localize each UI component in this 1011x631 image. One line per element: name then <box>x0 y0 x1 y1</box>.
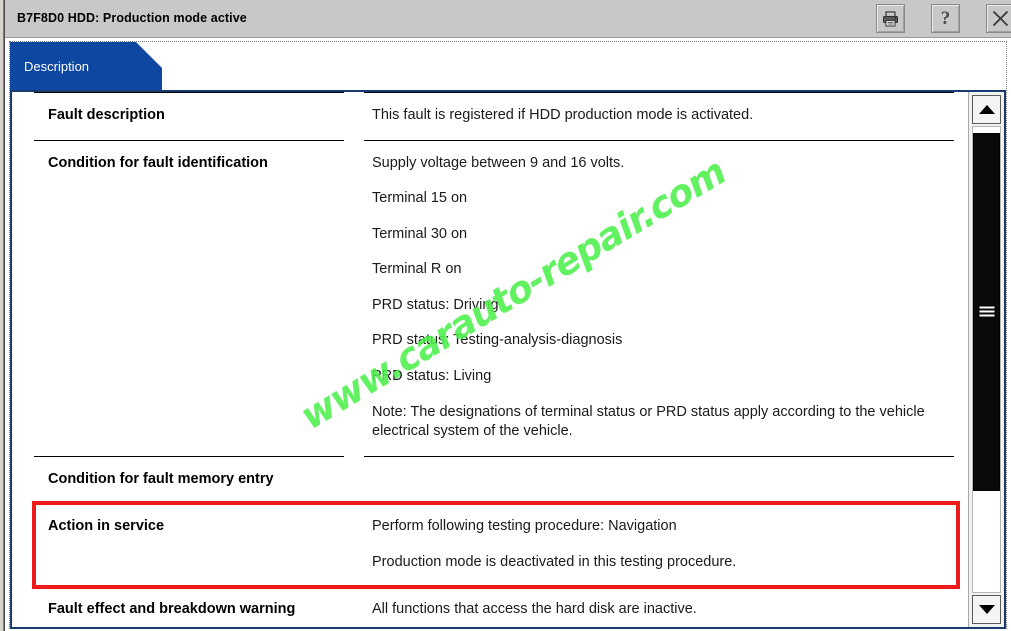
print-button[interactable] <box>876 4 905 33</box>
table-row: Action in service Perform following testi… <box>34 504 954 586</box>
window-title: B7F8D0 HDD: Production mode active <box>17 11 247 25</box>
chevron-down-icon <box>978 605 995 614</box>
row-value <box>356 457 954 484</box>
row-value-paragraph: Note: The designations of terminal statu… <box>372 403 925 440</box>
row-label: Condition for fault memory entry <box>48 470 274 487</box>
row-value-paragraph: Supply voltage between 9 and 16 volts. <box>372 154 625 171</box>
scroll-down-button[interactable] <box>972 595 1001 624</box>
table-row: Condition for fault memory entry <box>34 457 954 504</box>
scrollbar-grip-icon <box>979 306 994 318</box>
tab-description[interactable]: Description <box>10 42 162 90</box>
row-value-paragraph: Terminal 15 on <box>372 190 468 207</box>
row-value-paragraph: PRD status: Testing-analysis-diagnosis <box>372 332 623 349</box>
content-viewport: Fault description This fault is registere… <box>12 92 968 627</box>
row-value-paragraph: This fault is registered if HDD producti… <box>372 107 754 123</box>
question-mark-icon: ? <box>940 8 951 29</box>
scrollbar-thumb[interactable] <box>973 133 1000 491</box>
table-row: Fault effect and breakdown warning All fu… <box>34 587 954 627</box>
row-value: This fault is registered if HDD producti… <box>356 93 954 140</box>
row-value-paragraph: PRD status: Driving <box>372 296 499 313</box>
vertical-scrollbar[interactable] <box>968 92 1004 627</box>
scrollbar-track[interactable] <box>972 126 1001 593</box>
row-value-paragraph: Production mode is deactivated in this t… <box>372 553 737 570</box>
close-button[interactable] <box>986 4 1011 33</box>
chevron-up-icon <box>978 105 995 114</box>
content-panel: Fault description This fault is registere… <box>10 90 1006 629</box>
tab-strip: Description <box>10 42 1006 90</box>
tab-description-label: Description <box>24 59 90 74</box>
row-value: All functions that access the hard disk … <box>356 587 954 627</box>
close-icon <box>992 10 1009 27</box>
row-label: Fault description <box>48 107 165 123</box>
fault-description-window: B7F8D0 HDD: Production mode active ? Des… <box>0 0 1011 631</box>
help-button[interactable]: ? <box>931 4 960 33</box>
row-value: Perform following testing procedure: Nav… <box>356 504 954 586</box>
window-left-edge <box>0 0 5 631</box>
print-icon <box>883 10 898 27</box>
row-value-paragraph: Terminal 30 on <box>372 225 468 242</box>
row-value-paragraph: PRD status: Living <box>372 367 492 384</box>
row-label: Fault effect and breakdown warning <box>48 601 296 618</box>
row-value: Supply voltage between 9 and 16 volts. Te… <box>356 141 954 456</box>
row-value-paragraph: All functions that access the hard disk … <box>372 601 697 618</box>
window-left-edge-inner <box>0 0 3 631</box>
scroll-up-button[interactable] <box>972 95 1001 124</box>
row-label: Condition for fault identification <box>48 154 268 171</box>
table-row: Condition for fault identification Supply… <box>34 141 954 456</box>
table-row: Fault description This fault is registere… <box>34 93 954 140</box>
row-label: Action in service <box>48 518 165 535</box>
row-value-paragraph: Terminal R on <box>372 261 462 278</box>
fault-detail-table: Fault description This fault is registere… <box>12 92 968 627</box>
title-bar: B7F8D0 HDD: Production mode active ? <box>5 0 1011 38</box>
row-value-paragraph: Perform following testing procedure: Nav… <box>372 518 677 535</box>
